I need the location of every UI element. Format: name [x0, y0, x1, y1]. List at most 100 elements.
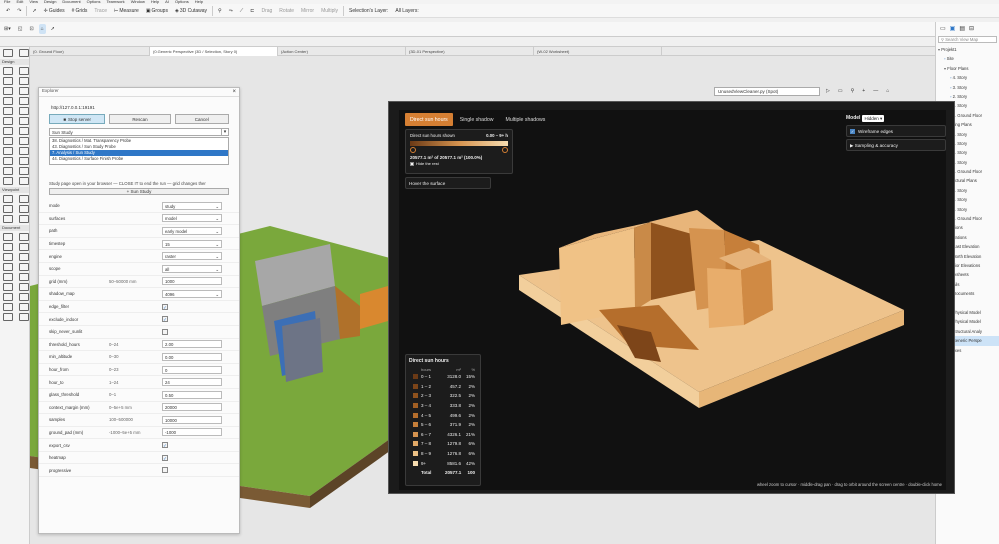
tool-icon[interactable]	[19, 293, 29, 301]
view-map-item[interactable]: 3. Story	[936, 83, 999, 92]
tool-icon[interactable]	[19, 303, 29, 311]
view-map-item[interactable]: Projekt1	[936, 45, 999, 54]
cutaway-button[interactable]: ◈ 3D Cutaway	[173, 6, 209, 16]
rescan-button[interactable]: Rescan	[109, 114, 171, 124]
script-select[interactable]: UnusedViewCleaner.py (Spot)	[714, 86, 820, 96]
tool-icon[interactable]	[3, 127, 13, 135]
param-checkbox[interactable]: ✓	[162, 303, 168, 310]
view-button-3[interactable]: ⌂	[38, 24, 46, 34]
sun-study-button[interactable]: + Sun Study	[49, 188, 229, 195]
trace-button[interactable]: Trace	[92, 6, 109, 16]
param-input[interactable]: 20000	[162, 403, 222, 412]
tool-icon[interactable]	[3, 87, 13, 95]
param-select[interactable]: 15 ⌄	[162, 239, 222, 248]
story-select[interactable]: ⊞▾	[2, 24, 13, 34]
play-icon[interactable]: ▷	[824, 86, 832, 96]
tool-icon[interactable]	[3, 157, 13, 165]
stop-server-button[interactable]: ■ Stop server	[49, 114, 106, 124]
range-max-handle[interactable]	[502, 147, 508, 153]
view-button-1[interactable]: ◱	[16, 24, 25, 34]
tool-icon[interactable]	[3, 167, 13, 175]
tool-icon[interactable]	[3, 303, 13, 311]
adjust-button[interactable]: ⊏	[248, 6, 256, 16]
tab-single-shadow[interactable]: Single shadow	[455, 113, 499, 126]
tool-icon[interactable]	[19, 87, 29, 95]
param-checkbox[interactable]: ✓	[162, 454, 168, 461]
measure-button[interactable]: ⊢ Measure	[112, 6, 141, 16]
tool-icon[interactable]	[3, 243, 13, 251]
param-checkbox[interactable]: ✓	[162, 442, 168, 449]
param-checkbox[interactable]	[162, 328, 168, 335]
tool-icon[interactable]	[19, 313, 29, 321]
view-tab[interactable]: (0. Ground Floor)	[30, 46, 150, 56]
view-map-item[interactable]: Site	[936, 54, 999, 63]
close-icon[interactable]: ×	[232, 89, 236, 95]
offset-button[interactable]: ⤳	[227, 6, 235, 16]
study-select[interactable]: Sun Study ▾	[49, 128, 229, 136]
tool-icon[interactable]	[19, 97, 29, 105]
tool-icon[interactable]	[19, 243, 29, 251]
publisher-icon[interactable]: ⊟	[969, 25, 974, 32]
tool-icon[interactable]	[3, 293, 13, 301]
tool-icon[interactable]	[3, 253, 13, 261]
param-input[interactable]: -1000	[162, 428, 222, 437]
arrow-tool-icon[interactable]	[3, 49, 13, 57]
param-checkbox[interactable]	[162, 467, 168, 474]
view-tab[interactable]: (Action Center)	[278, 46, 406, 56]
undo-button[interactable]: ↶	[4, 6, 12, 16]
tool-icon[interactable]	[3, 273, 13, 281]
tool-icon[interactable]	[3, 67, 13, 75]
tab-direct-sun-hours[interactable]: Direct sun hours	[405, 113, 453, 126]
home-icon[interactable]: ⌂	[884, 86, 891, 96]
all-layers[interactable]: All Layers:	[393, 6, 420, 16]
view-map-icon[interactable]: ▣	[950, 25, 956, 32]
split-button[interactable]: ⟋	[238, 6, 246, 16]
tool-icon[interactable]	[3, 215, 13, 223]
param-input[interactable]: 0.00	[162, 352, 222, 361]
view-tab[interactable]: (3D-01 Perspective)	[406, 46, 534, 56]
magic-wand-button[interactable]: ⚲	[216, 6, 224, 16]
view-tab[interactable]: (0.Generic Perspective (3D / Selection, …	[150, 46, 278, 56]
tool-icon[interactable]	[19, 263, 29, 271]
sampling-accordion[interactable]: ▶ Sampling & accuracy	[846, 139, 946, 151]
param-input[interactable]: 24	[162, 378, 222, 387]
tool-icon[interactable]	[3, 107, 13, 115]
tool-icon[interactable]	[19, 67, 29, 75]
tool-icon[interactable]	[19, 215, 29, 223]
tool-icon[interactable]	[3, 233, 13, 241]
tool-icon[interactable]	[3, 263, 13, 271]
tool-icon[interactable]	[3, 77, 13, 85]
drag-button[interactable]: Drag	[259, 6, 274, 16]
tool-icon[interactable]	[19, 233, 29, 241]
hide-rest-checkbox[interactable]	[410, 161, 414, 166]
tool-icon[interactable]	[3, 117, 13, 125]
groups-button[interactable]: ▣ Groups	[144, 6, 170, 16]
param-input[interactable]: 1000	[162, 277, 222, 286]
multiply-button[interactable]: Multiply	[319, 6, 340, 16]
tool-icon[interactable]	[19, 77, 29, 85]
param-input[interactable]: 2.00	[162, 340, 222, 349]
tool-icon[interactable]	[19, 127, 29, 135]
sun-study-canvas[interactable]: Direct sun hours Single shadow Multiple …	[399, 110, 946, 490]
redo-button[interactable]: ↷	[15, 6, 23, 16]
tool-icon[interactable]	[3, 283, 13, 291]
project-map-icon[interactable]: ▭	[940, 25, 946, 32]
tool-icon[interactable]	[19, 177, 29, 185]
zoom-icon[interactable]: ⚲	[849, 86, 857, 96]
param-select[interactable]: early model ⌄	[162, 226, 222, 235]
view-map-item[interactable]: 2. Story	[936, 92, 999, 101]
layout-book-icon[interactable]: ▤	[959, 25, 965, 32]
cancel-button[interactable]: Cancel	[174, 114, 229, 124]
model-select[interactable]: Hidden ▾	[862, 114, 885, 122]
tool-icon[interactable]	[3, 205, 13, 213]
tool-icon[interactable]	[3, 177, 13, 185]
tool-icon[interactable]	[19, 117, 29, 125]
tool-icon[interactable]	[19, 205, 29, 213]
rotate-button[interactable]: Rotate	[277, 6, 296, 16]
tool-icon[interactable]	[19, 137, 29, 145]
param-checkbox[interactable]: ✓	[162, 316, 168, 323]
param-input[interactable]: 0	[162, 365, 222, 374]
marquee-tool-icon[interactable]	[19, 49, 29, 57]
tool-icon[interactable]	[19, 283, 29, 291]
view-tab[interactable]: (W-02 Worksheet)	[534, 46, 662, 56]
